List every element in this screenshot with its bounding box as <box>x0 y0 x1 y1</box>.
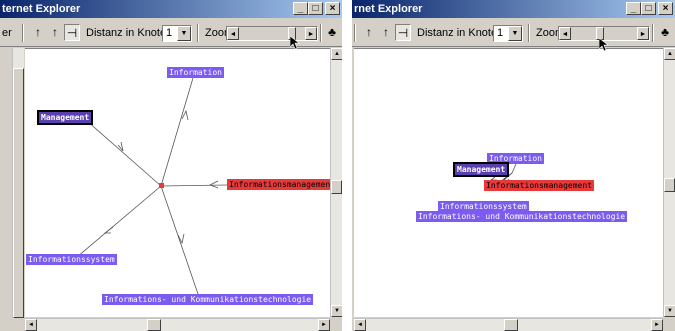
node-informationsmanagement[interactable]: Informationsmanagement <box>227 179 330 190</box>
title-bar[interactable]: ternet Explorer _ □ × <box>0 0 342 18</box>
mouse-cursor-icon <box>599 38 609 52</box>
tree-icon[interactable]: ♣ <box>324 24 340 41</box>
distance-label: Distanz in Knoten <box>417 27 504 39</box>
toolbar-truncated-label: er <box>2 27 12 39</box>
scroll-right-icon[interactable]: ► <box>651 319 663 331</box>
window-title: rnet Explorer <box>354 3 423 15</box>
slider-right-icon[interactable]: ► <box>637 27 649 40</box>
browser-window-left: ternet Explorer _ □ × er ↑ ↑ ⊣ Distanz i… <box>0 0 342 331</box>
pin-icon[interactable]: ⊣ <box>395 24 411 41</box>
scroll-down-icon[interactable]: ▼ <box>664 305 675 317</box>
scroll-down-icon[interactable]: ▼ <box>331 305 342 317</box>
horizontal-scrollbar-thumb[interactable] <box>147 319 161 331</box>
minimize-icon[interactable]: _ <box>626 2 641 15</box>
chevron-down-icon[interactable]: ▼ <box>508 26 522 41</box>
side-scrollbar-thumb[interactable] <box>13 68 24 318</box>
browser-window-right: rnet Explorer _ □ × ↑ ↑ ⊣ Distanz in Kno… <box>352 0 675 331</box>
slider-left-icon[interactable]: ◄ <box>227 27 239 40</box>
distance-value: 1 <box>166 27 173 39</box>
toolbar-separator <box>528 24 530 42</box>
node-ikt[interactable]: Informations- und Kommunikationstechnolo… <box>102 294 314 305</box>
distance-label: Distanz in Knoten <box>86 27 173 39</box>
side-scrollbar[interactable] <box>12 48 24 318</box>
window-title: ternet Explorer <box>2 3 81 15</box>
scroll-left-icon[interactable]: ◄ <box>25 319 37 331</box>
distance-value: 1 <box>497 27 504 39</box>
pin-icon[interactable]: ⊣ <box>64 24 80 41</box>
toolbar-separator <box>22 24 24 42</box>
horizontal-scrollbar-thumb[interactable] <box>504 319 518 331</box>
node-informationssystem[interactable]: Informationssystem <box>26 254 117 265</box>
arrow-up-icon[interactable]: ↑ <box>47 24 63 41</box>
scroll-right-icon[interactable]: ► <box>318 319 330 331</box>
scroll-up-icon[interactable]: ▲ <box>664 48 675 60</box>
node-management[interactable]: Management <box>37 110 94 125</box>
close-icon[interactable]: × <box>658 2 673 15</box>
slider-right-icon[interactable]: ► <box>305 27 317 40</box>
distance-select[interactable]: 1 ▼ <box>162 25 192 42</box>
chevron-down-icon[interactable]: ▼ <box>177 26 191 41</box>
node-informationsmanagement[interactable]: Informationsmanagement <box>484 180 594 191</box>
vertical-scrollbar[interactable]: ▲ ▼ <box>330 48 342 317</box>
slider-left-icon[interactable]: ◄ <box>559 27 571 40</box>
node-information[interactable]: Information <box>167 67 224 78</box>
vertical-scrollbar-thumb[interactable] <box>331 180 342 194</box>
node-ikt[interactable]: Informations- und Kommunikationstechnolo… <box>416 211 628 222</box>
vertical-scrollbar[interactable]: ▲ ▼ <box>663 48 675 317</box>
toolbar-separator <box>197 24 199 42</box>
title-bar[interactable]: rnet Explorer _ □ × <box>352 0 675 18</box>
toolbar-separator <box>320 24 322 42</box>
mouse-cursor-icon <box>290 36 300 50</box>
minimize-icon[interactable]: _ <box>293 2 308 15</box>
toolbar-separator <box>354 24 356 42</box>
tree-icon[interactable]: ♣ <box>657 24 673 41</box>
node-management[interactable]: Management <box>453 162 510 177</box>
graph-hub-node[interactable] <box>159 183 164 188</box>
distance-select[interactable]: 1 ▼ <box>493 25 523 42</box>
toolbar-separator <box>652 24 654 42</box>
arrow-up-icon[interactable]: ↑ <box>30 24 46 41</box>
vertical-scrollbar-thumb[interactable] <box>664 178 675 192</box>
graph-canvas[interactable]: Information Management Informationsmanag… <box>25 48 330 317</box>
horizontal-scrollbar[interactable]: ◄ ► <box>354 318 663 331</box>
horizontal-scrollbar[interactable]: ◄ ► <box>25 318 330 331</box>
arrow-up-icon[interactable]: ↑ <box>361 24 377 41</box>
zoom-slider[interactable]: ◄ ► <box>226 26 318 41</box>
arrow-up-icon[interactable]: ↑ <box>378 24 394 41</box>
scroll-up-icon[interactable]: ▲ <box>331 48 342 60</box>
graph-canvas[interactable]: Information Management Informationsmanag… <box>354 48 663 317</box>
toolbar: ↑ ↑ ⊣ Distanz in Knoten 1 ▼ Zoom ◄ ► ♣ <box>352 19 675 47</box>
maximize-icon[interactable]: □ <box>641 2 656 15</box>
maximize-icon[interactable]: □ <box>308 2 323 15</box>
scroll-left-icon[interactable]: ◄ <box>354 319 366 331</box>
close-icon[interactable]: × <box>325 2 340 15</box>
